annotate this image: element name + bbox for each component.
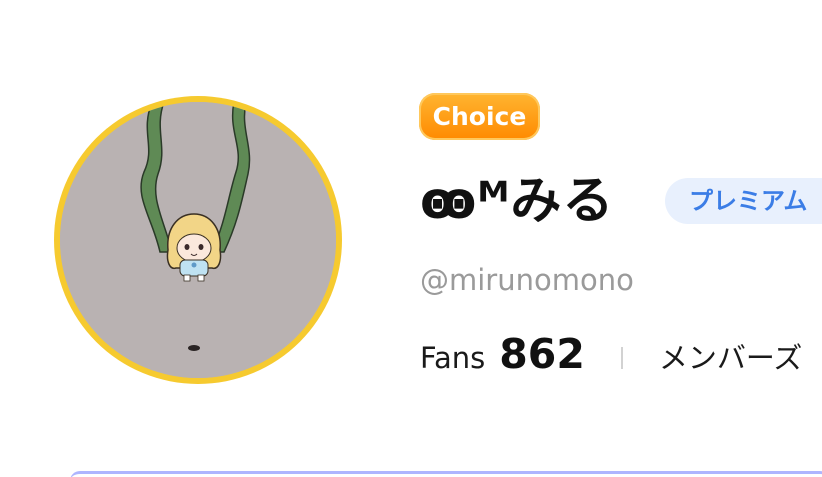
display-name: ꙭᴹみる [420, 172, 615, 231]
avatar-image [60, 102, 336, 378]
fans-count[interactable]: 862 [499, 330, 585, 378]
profile-header: Choice ꙭᴹみる プレミアム @mirunomono Fans 862 メ… [0, 0, 822, 477]
content-panel-edge [70, 471, 822, 477]
swing-illustration [60, 102, 336, 378]
stats-divider [620, 347, 623, 369]
premium-badge[interactable]: プレミアム [665, 178, 822, 224]
user-handle: @mirunomono [420, 263, 634, 297]
profile-stats: Fans 862 メンバーズ [420, 330, 802, 386]
avatar[interactable] [54, 96, 342, 384]
fans-label: Fans [420, 341, 486, 375]
members-label[interactable]: メンバーズ [659, 335, 803, 377]
choice-badge: Choice [419, 93, 540, 140]
